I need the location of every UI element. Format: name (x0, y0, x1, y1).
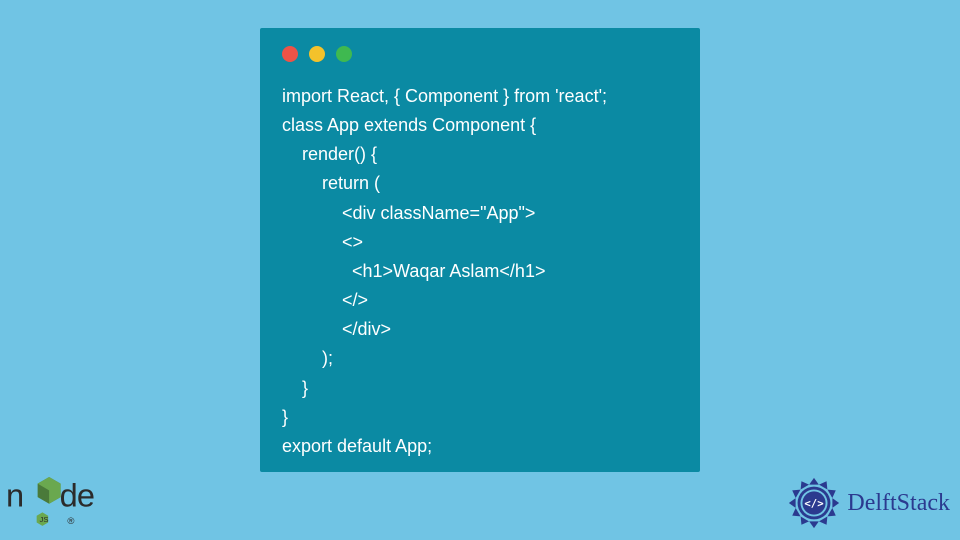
code-line: </div> (282, 319, 391, 339)
maximize-icon (336, 46, 352, 62)
minimize-icon (309, 46, 325, 62)
code-line: import React, { Component } from 'react'… (282, 86, 607, 106)
svg-text:</>: </> (805, 497, 824, 510)
code-line: render() { (282, 144, 377, 164)
svg-text:n: n (6, 478, 23, 514)
close-icon (282, 46, 298, 62)
svg-text:®: ® (67, 516, 74, 527)
code-line: ); (282, 348, 333, 368)
code-line: <h1>Waqar Aslam</h1> (282, 261, 545, 281)
code-line: class App extends Component { (282, 115, 536, 135)
delftstack-logo: </> DelftStack (785, 474, 950, 532)
code-window: import React, { Component } from 'react'… (260, 28, 700, 472)
code-line: } (282, 378, 308, 398)
code-line: return ( (282, 173, 380, 193)
svg-text:JS: JS (40, 515, 49, 524)
code-line: <div className="App"> (282, 203, 535, 223)
code-block: import React, { Component } from 'react'… (260, 62, 700, 461)
delftstack-label: DelftStack (847, 490, 950, 517)
window-controls (260, 28, 700, 62)
delftstack-badge-icon: </> (785, 474, 843, 532)
code-line: } (282, 407, 288, 427)
code-line: <> (282, 232, 363, 252)
code-line: export default App; (282, 436, 432, 456)
svg-text:de: de (60, 478, 94, 514)
nodejs-logo: n de ® JS (6, 464, 121, 534)
code-line: </> (282, 290, 368, 310)
